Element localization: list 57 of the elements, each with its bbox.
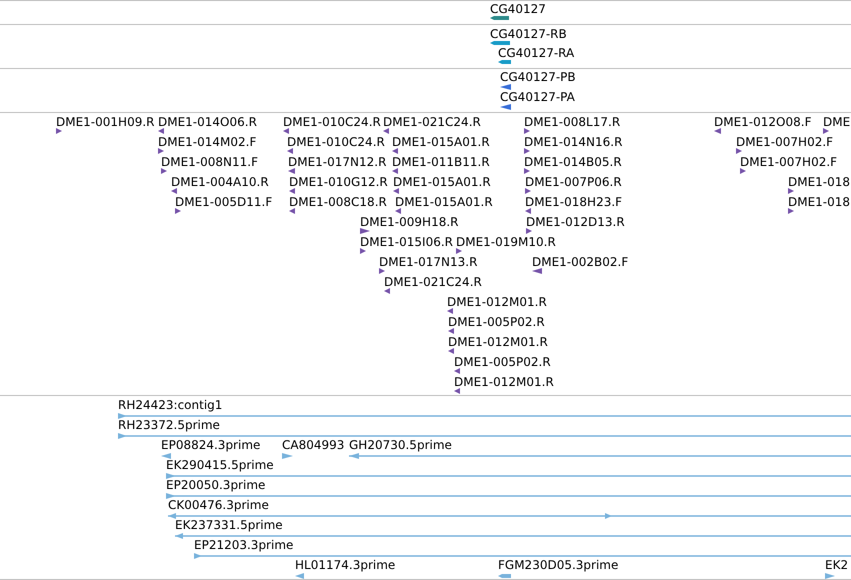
feature-label: CG40127-RB — [490, 27, 567, 41]
feature-label: DME1-014B05.R — [524, 155, 622, 169]
feature-label: DME1-018 — [788, 175, 850, 189]
feature-label: DME1-007H02.F — [736, 135, 834, 149]
feature-label: DME1-007H02.F — [740, 155, 838, 169]
feature-label: DME1-010C24.R — [283, 115, 381, 129]
feature-label: RH23372.5prime — [118, 418, 220, 432]
feature-label: DME1-005D11.F — [175, 195, 272, 209]
feature-label: CK00476.3prime — [168, 498, 269, 512]
feature-label: CG40127-PA — [500, 90, 575, 104]
feature-label: DME1-012M01.R — [447, 295, 547, 309]
feature-label: DME — [823, 115, 850, 129]
feature-label: DME1-015A01.R — [395, 195, 493, 209]
feature-label: DME1-008N11.F — [161, 155, 258, 169]
feature-label: CG40127-PB — [500, 70, 576, 84]
feature-label: CG40127 — [490, 2, 546, 16]
feature-label: DME1-012D13.R — [526, 215, 625, 229]
feature-label: DME1-009H18.R — [360, 215, 458, 229]
feature-label: DME1-012O08.F — [714, 115, 812, 129]
feature-label: DME1-008L17.R — [524, 115, 620, 129]
feature-label: DME1-007P06.R — [525, 175, 622, 189]
feature-label: DME1-014M02.F — [158, 135, 256, 149]
feature-label: DME1-010C24.R — [287, 135, 385, 149]
feature-label: CG40127-RA — [498, 46, 574, 60]
feature-label: EK290415.5prime — [166, 458, 274, 472]
feature-label: DME1-008C18.R — [289, 195, 387, 209]
feature-label: DME1-011B11.R — [392, 155, 490, 169]
feature-label: DME1-015I06.R — [360, 235, 454, 249]
feature-label: DME1-019M10.R — [456, 235, 556, 249]
feature-label: DME1-017N12.R — [288, 155, 386, 169]
feature-label: FGM230D05.3prime — [498, 558, 618, 572]
feature-label: EP08824.3prime — [161, 438, 260, 452]
feature-label: DME1-021C24.R — [383, 115, 481, 129]
feature-label: DME1-010G12.R — [289, 175, 388, 189]
feature-label: EK237331.5prime — [175, 518, 283, 532]
feature-label: DME1-012M01.R — [448, 335, 548, 349]
feature-label: DME1-014N16.R — [524, 135, 622, 149]
feature-label: DME1-017N13.R — [379, 255, 478, 269]
feature-label: DME1-014O06.R — [158, 115, 257, 129]
feature-label: DME1-005P02.R — [448, 315, 545, 329]
feature-label: DME1-012M01.R — [454, 375, 554, 389]
feature-label: EP21203.3prime — [194, 538, 294, 552]
feature-label: EK2 — [825, 558, 848, 572]
feature-label: DME1-015A01.R — [392, 135, 490, 149]
feature-label: DME1-002B02.F — [532, 255, 628, 269]
feature-label: DME1-018H23.F — [525, 195, 622, 209]
feature-label: DME1-004A10.R — [171, 175, 269, 189]
feature-label: HL01174.3prime — [295, 558, 396, 572]
feature-label: DME1-001H09.R — [56, 115, 154, 129]
feature-label: DME1-021C24.R — [384, 275, 482, 289]
feature-label: RH24423:contig1 — [118, 398, 222, 412]
feature-label: DME1-015A01.R — [393, 175, 491, 189]
feature-label: DME1-018 — [788, 195, 850, 209]
feature-label: CA804993 — [282, 438, 344, 452]
feature-label: GH20730.5prime — [349, 438, 452, 452]
feature-label: DME1-005P02.R — [454, 355, 551, 369]
feature-label: EP20050.3prime — [166, 478, 266, 492]
